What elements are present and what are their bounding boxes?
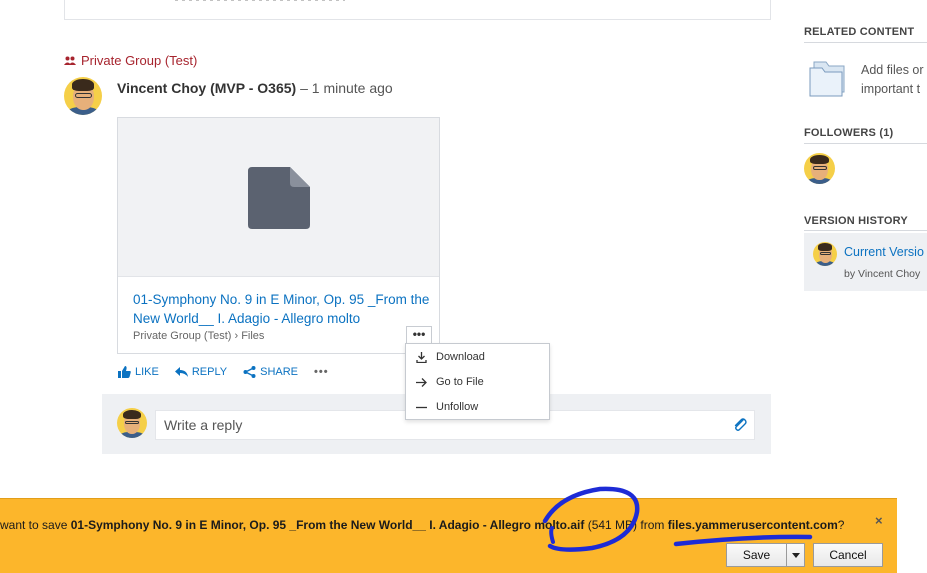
download-file-ext: .aif <box>567 518 585 532</box>
folder-stack-icon <box>809 61 845 97</box>
download-file-size: (541 MB) <box>587 518 638 532</box>
menu-item-label: Unfollow <box>436 401 479 413</box>
file-name-link[interactable]: 01-Symphony No. 9 in E Minor, Op. 95 _Fr… <box>133 290 433 328</box>
menu-item-label: Download <box>436 351 485 363</box>
version-author: by Vincent Choy <box>844 268 921 280</box>
file-path: Private Group (Test) › Files <box>133 330 265 342</box>
related-content-text: Add files or important t <box>861 63 924 96</box>
save-options-button[interactable] <box>786 543 805 567</box>
paperclip-icon[interactable] <box>732 417 748 433</box>
file-actions-menu: Download Go to File Unfollow <box>405 343 550 420</box>
previous-post-card <box>64 0 771 20</box>
divider <box>804 230 927 231</box>
post-time[interactable]: – 1 minute ago <box>300 80 393 96</box>
download-file-name: 01-Symphony No. 9 in E Minor, Op. 95 _Fr… <box>70 518 568 532</box>
author-name[interactable]: Vincent Choy (MVP - O365) <box>117 80 296 96</box>
share-button[interactable]: SHARE <box>243 366 298 378</box>
followers-title: FOLLOWERS (1) <box>804 127 894 139</box>
post-header: Vincent Choy (MVP - O365) – 1 minute ago <box>117 80 393 96</box>
post-actions: LIKE REPLY SHARE ••• <box>118 366 329 378</box>
menu-item-label: Go to File <box>436 376 484 388</box>
file-attachment-card[interactable]: 01-Symphony No. 9 in E Minor, Op. 95 _Fr… <box>117 117 440 354</box>
file-preview[interactable] <box>118 118 439 277</box>
truncated-text <box>175 0 345 1</box>
reply-placeholder: Write a reply <box>164 417 243 433</box>
download-notification-bar: want to save 01-Symphony No. 9 in E Mino… <box>0 498 897 573</box>
thumbs-up-icon <box>118 366 131 378</box>
reply-label: REPLY <box>191 366 228 378</box>
minus-icon <box>415 406 427 408</box>
follower-avatar[interactable] <box>804 153 835 184</box>
version-history-title: VERSION HISTORY <box>804 215 908 227</box>
share-icon <box>243 366 256 378</box>
download-host: files.yammerusercontent.com <box>667 518 838 532</box>
chevron-down-icon <box>791 552 800 558</box>
divider <box>804 143 927 144</box>
download-icon <box>415 351 427 363</box>
menu-item-unfollow[interactable]: Unfollow <box>406 395 549 419</box>
current-user-avatar <box>117 408 147 438</box>
group-name[interactable]: Private Group (Test) <box>81 53 197 68</box>
current-version-link[interactable]: Current Versio <box>844 245 924 259</box>
divider <box>804 42 927 43</box>
like-button[interactable]: LIKE <box>118 366 159 378</box>
cancel-button[interactable]: Cancel <box>813 543 883 567</box>
download-message: want to save 01-Symphony No. 9 in E Mino… <box>0 518 845 532</box>
save-button[interactable]: Save <box>726 543 787 567</box>
version-history-box: Current Versio by Vincent Choy <box>804 233 927 291</box>
group-icon <box>64 56 76 65</box>
reply-button[interactable]: REPLY <box>174 366 228 378</box>
more-actions-button[interactable]: ••• <box>314 366 329 378</box>
arrow-right-icon <box>415 377 427 387</box>
menu-item-go-to-file[interactable]: Go to File <box>406 370 549 394</box>
like-label: LIKE <box>135 366 159 378</box>
group-link[interactable]: Private Group (Test) <box>64 53 197 68</box>
related-content-title: RELATED CONTENT <box>804 26 915 38</box>
version-author-avatar <box>813 242 837 266</box>
menu-item-download[interactable]: Download <box>406 345 549 369</box>
document-icon <box>248 167 310 229</box>
author-avatar[interactable] <box>64 77 102 115</box>
close-icon[interactable]: × <box>875 513 883 528</box>
share-label: SHARE <box>260 366 299 378</box>
reply-icon <box>174 367 188 377</box>
